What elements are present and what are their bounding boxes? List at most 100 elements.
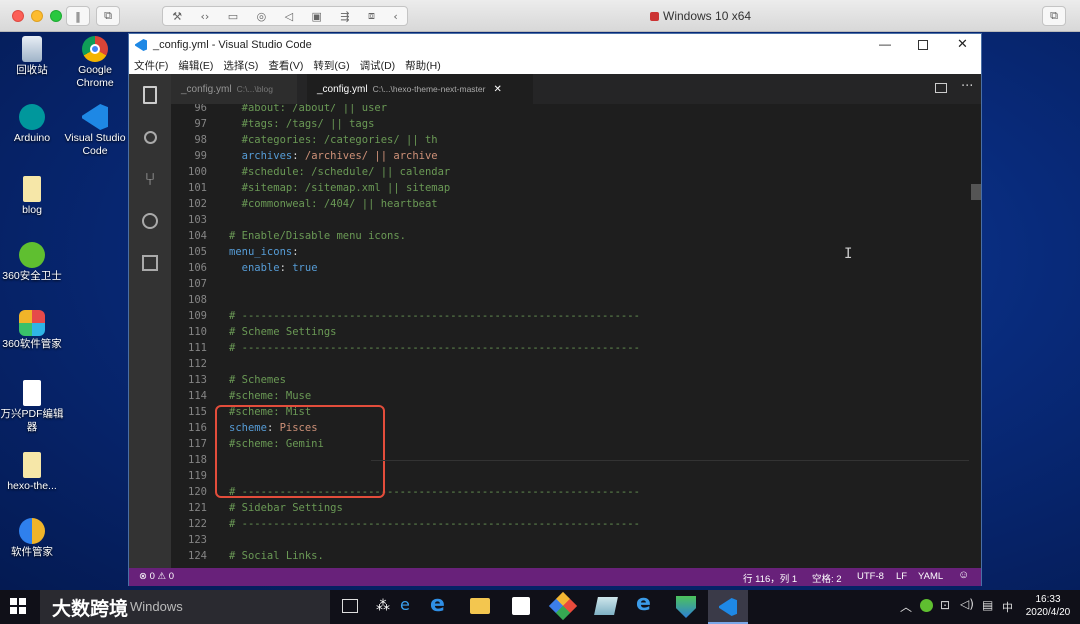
code-line: # Social Links.	[229, 550, 324, 562]
menu-view[interactable]: 查看(V)	[268, 58, 303, 73]
desktop-icon-label: 360软件管家	[2, 338, 62, 350]
close-dot[interactable]	[12, 10, 24, 22]
menu-help[interactable]: 帮助(H)	[405, 58, 441, 73]
source-control-icon[interactable]: ⑂	[129, 158, 171, 200]
tab-config-blog[interactable]: _config.yml C:\...\blog	[171, 74, 297, 104]
edge-small-icon[interactable]: e	[400, 595, 410, 614]
chevron-left-icon[interactable]: ‹	[393, 10, 397, 23]
network-icon[interactable]: ⊡	[940, 598, 950, 612]
desktop-icon-360safe[interactable]: 360安全卫士	[0, 242, 64, 283]
selection-highlight-box	[215, 405, 385, 498]
wrench-icon[interactable]: ⚒	[172, 10, 182, 23]
device-toolbar: ⚒ ‹› ▭ ◎ ◁ ▣ ⇶ ⧈ ‹	[162, 6, 408, 26]
vm-icon	[650, 12, 659, 21]
volume-icon[interactable]: ◁)	[960, 597, 974, 611]
desktop-icon-label: 万兴PDF编辑器	[0, 408, 64, 433]
split-editor-icon[interactable]	[935, 83, 947, 93]
share-icon[interactable]: ⧈	[368, 9, 375, 23]
code-text: #scheme: Muse	[229, 390, 312, 402]
line-number: 118	[188, 454, 207, 466]
desktop-icon-chrome[interactable]: Google Chrome	[63, 36, 127, 90]
menu-go[interactable]: 转到(G)	[313, 58, 349, 73]
scrollbar[interactable]	[969, 104, 981, 568]
menu-selection[interactable]: 选择(S)	[223, 58, 258, 73]
code-text: # Enable/Disable menu icons.	[229, 230, 407, 242]
cursor-position[interactable]: 行 116，列 1	[743, 571, 797, 585]
camera-icon[interactable]: ▣	[311, 10, 321, 23]
app-icon[interactable]: ⁂	[376, 598, 390, 614]
desktop-icon-blog[interactable]: blog	[0, 176, 64, 217]
desktop-icon-arduino[interactable]: Arduino	[0, 104, 64, 145]
git-icon[interactable]	[548, 591, 578, 621]
pause-button[interactable]: ‖	[66, 6, 90, 26]
desktop-icon-hexo[interactable]: hexo-the...	[0, 452, 64, 493]
tray-360-icon[interactable]	[920, 599, 933, 612]
language-mode[interactable]: YAML	[918, 571, 943, 582]
code-editor[interactable]: 96 #about: /about/ || user 97 #tags: /tag…	[171, 104, 981, 568]
fullscreen-button[interactable]: ⧉	[1042, 6, 1066, 26]
code-line: # --------------------------------------…	[229, 518, 640, 530]
desktop-icon-softmgr[interactable]: 软件管家	[0, 518, 64, 559]
tab-config-theme[interactable]: _config.yml C:\...\hexo-theme-next-master…	[307, 74, 533, 104]
more-icon[interactable]: ···	[961, 79, 973, 94]
zoom-dot[interactable]	[50, 10, 62, 22]
tab-path: C:\...\hexo-theme-next-master	[372, 84, 486, 94]
usb-icon[interactable]: ⇶	[340, 10, 349, 23]
search-icon[interactable]	[129, 116, 171, 158]
line-number: 97	[194, 118, 207, 130]
code-icon[interactable]: ‹›	[201, 10, 210, 23]
line-ending[interactable]: LF	[896, 571, 907, 582]
code-line: #tags: /tags/ || tags	[229, 118, 375, 130]
code-line: #schedule: /schedule/ || calendar	[229, 166, 451, 178]
desktop-icon-recycle[interactable]: 回收站	[0, 36, 64, 77]
debug-icon[interactable]	[129, 200, 171, 242]
tray-chevron-icon[interactable]: ︿	[900, 598, 912, 615]
explorer-icon[interactable]	[129, 74, 171, 116]
notes-icon[interactable]	[594, 597, 618, 615]
yaml-key: archives	[229, 150, 293, 162]
line-number: 108	[188, 294, 207, 306]
scrollbar-thumb[interactable]	[971, 184, 981, 200]
indentation[interactable]: 空格: 2	[812, 571, 842, 585]
store-icon[interactable]	[512, 597, 530, 615]
code-text: # Sidebar Settings	[229, 502, 343, 514]
drive-icon[interactable]: ▭	[228, 10, 238, 23]
shield-icon[interactable]	[676, 596, 696, 618]
snapshot-button[interactable]: ⧉	[96, 6, 120, 26]
warning-count: 0	[168, 571, 174, 582]
problems-indicator[interactable]: ⊗ 0 ⚠ 0	[139, 571, 174, 582]
code-line: enable: true	[229, 262, 318, 274]
line-number: 107	[188, 278, 207, 290]
code-line: menu_icons:	[229, 246, 299, 258]
speaker-icon[interactable]: ◁	[285, 10, 293, 23]
desktop-icon-pdf[interactable]: 万兴PDF编辑器	[0, 380, 64, 434]
desktop-icon-vscode[interactable]: Visual Studio Code	[63, 104, 127, 158]
desktop-icon-360soft[interactable]: 360软件管家	[0, 310, 64, 351]
extensions-icon[interactable]	[129, 242, 171, 284]
menu-file[interactable]: 文件(F)	[134, 58, 168, 73]
feedback-smiley-icon[interactable]: ☺	[958, 569, 969, 581]
disc-icon[interactable]: ◎	[257, 10, 267, 23]
encoding[interactable]: UTF-8	[857, 571, 884, 582]
maximize-icon[interactable]	[918, 40, 928, 50]
code-text: #about: /about/ || user	[229, 104, 388, 114]
minimize-dot[interactable]	[31, 10, 43, 22]
close-icon[interactable]: ✕	[957, 36, 968, 52]
minimize-icon[interactable]: —	[879, 37, 891, 51]
menu-edit[interactable]: 编辑(E)	[178, 58, 213, 73]
tab-close-icon[interactable]: ✕	[493, 84, 501, 95]
task-view-icon[interactable]	[342, 599, 358, 613]
vscode-logo-icon	[135, 39, 147, 51]
code-text: # Schemes	[229, 374, 286, 386]
file-explorer-icon[interactable]	[470, 598, 490, 614]
line-number: 111	[188, 342, 207, 354]
start-button[interactable]	[10, 598, 26, 614]
notification-icon[interactable]: ▤	[982, 598, 993, 612]
line-number: 117	[188, 438, 207, 450]
edge-icon[interactable]: e	[430, 592, 445, 617]
menu-debug[interactable]: 调试(D)	[360, 58, 396, 73]
ie-icon[interactable]: e	[636, 591, 651, 616]
ime-indicator[interactable]: 中	[1002, 599, 1013, 615]
clock[interactable]: 16:33 2020/4/20	[1020, 593, 1076, 619]
vscode-taskbar-button[interactable]	[708, 590, 748, 624]
